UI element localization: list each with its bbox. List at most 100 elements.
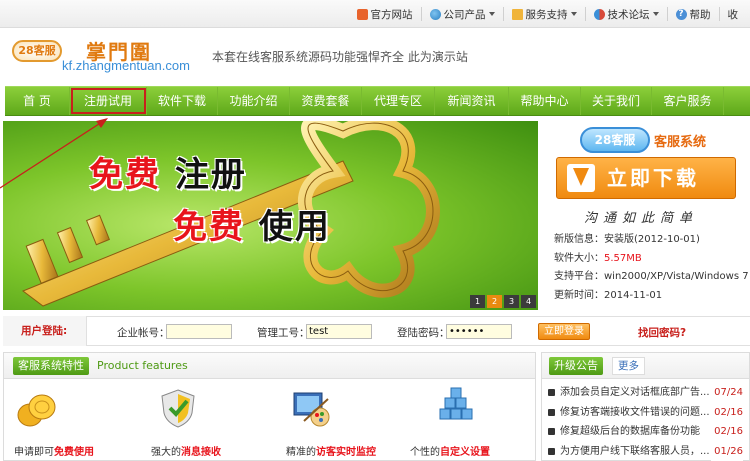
announcements-title[interactable]: 升级公告 bbox=[549, 357, 603, 375]
feature-item-customize[interactable]: 个性的自定义设置 bbox=[410, 379, 540, 461]
feature-caption: 强大的消息接收 bbox=[151, 443, 281, 458]
top-link-label: 服务支持 bbox=[525, 8, 568, 21]
download-now-button[interactable]: 立即下载 bbox=[556, 157, 736, 199]
announcements-list: 添加会员自定义对话框底部广告... 07/24 修复访客端接收文件错误的问题... 0… bbox=[542, 379, 749, 461]
top-link-label: 收 bbox=[727, 8, 739, 21]
feature-caption-highlight: 自定义设置 bbox=[440, 447, 490, 458]
announcement-text: 为方便用户线下联络客服人员，... bbox=[560, 445, 710, 457]
logo-badge[interactable]: 28客服 bbox=[12, 40, 62, 62]
help-icon: ? bbox=[675, 8, 687, 20]
banner-line-1: 免费 注册 bbox=[89, 147, 247, 196]
announcement-text: 修复访客端接收文件错误的问题... bbox=[560, 406, 710, 418]
feature-caption-highlight: 免费使用 bbox=[54, 447, 94, 458]
nav-item-6[interactable]: 新闻资讯 bbox=[435, 87, 509, 115]
staff-id-label: 管理工号： bbox=[257, 327, 310, 339]
password-input[interactable]: •••••• bbox=[446, 324, 512, 339]
shield-check-icon bbox=[161, 389, 195, 428]
login-title: 用户登陆: bbox=[3, 316, 87, 346]
software-info-row: 新版信息：安装版(2012-10-01) bbox=[554, 231, 749, 250]
top-link-1[interactable]: 公司产品 bbox=[420, 7, 503, 21]
feature-caption: 申请即可免费使用 bbox=[14, 443, 144, 458]
announcements-box: 升级公告 更多 添加会员自定义对话框底部广告... 07/24 修复访客端接收文件错… bbox=[541, 352, 750, 461]
globe-icon bbox=[429, 8, 441, 20]
banner-line-1-red: 免费 bbox=[89, 155, 161, 195]
announcements-more-link[interactable]: 更多 bbox=[612, 357, 645, 375]
top-links: 官方网站 公司产品 服务支持 技术论坛 ? 帮助收 bbox=[349, 0, 747, 28]
banner-pager-dot[interactable]: 2 bbox=[487, 295, 502, 308]
nav-item-7[interactable]: 帮助中心 bbox=[509, 87, 581, 115]
feature-item-messaging[interactable]: 强大的消息接收 bbox=[151, 379, 281, 461]
nav-item-2[interactable]: 软件下载 bbox=[147, 87, 218, 115]
banner-line-1-black: 注册 bbox=[174, 155, 247, 195]
features-items: 申请即可免费使用 强大的消息接收 精准的访客实时监控 个性的自定义设置 bbox=[4, 379, 535, 461]
info-label: 更新时间： bbox=[554, 289, 604, 301]
feature-caption-highlight: 访客实时监控 bbox=[316, 447, 376, 458]
info-value: 安装版(2012-10-01) bbox=[604, 234, 700, 245]
nav-item-9[interactable]: 客户服务 bbox=[652, 87, 724, 115]
nav-item-8[interactable]: 关于我们 bbox=[581, 87, 652, 115]
announcement-item[interactable]: 修复访客端接收文件错误的问题... 02/16 bbox=[548, 402, 743, 422]
announcement-text: 修复超级后台的数据库备份功能 bbox=[560, 426, 700, 437]
announcement-date: 01/26 bbox=[711, 441, 743, 461]
chevron-down-icon bbox=[652, 12, 659, 16]
top-link-2[interactable]: 服务支持 bbox=[502, 7, 585, 21]
promo-banner[interactable]: 免费 注册 免费 使用 1234 bbox=[3, 121, 538, 310]
company-account-input[interactable] bbox=[166, 324, 232, 339]
banner-pager-dot[interactable]: 1 bbox=[470, 295, 485, 308]
feature-caption: 个性的自定义设置 bbox=[410, 443, 540, 458]
top-utility-bar: 官方网站 公司产品 服务支持 技术论坛 ? 帮助收 bbox=[0, 0, 750, 28]
nav-item-4[interactable]: 资费套餐 bbox=[290, 87, 362, 115]
top-link-5[interactable]: 收 bbox=[718, 7, 747, 21]
features-title[interactable]: 客服系统特性 bbox=[13, 357, 89, 375]
nav-item-3[interactable]: 功能介绍 bbox=[218, 87, 290, 115]
announcements-header: 升级公告 更多 bbox=[542, 353, 749, 379]
info-value: 5.57MB bbox=[604, 252, 642, 264]
nav-item-1[interactable]: 注册试用 bbox=[70, 87, 147, 115]
feature-caption-prefix: 精准的 bbox=[286, 447, 316, 458]
top-link-0[interactable]: 官方网站 bbox=[349, 7, 421, 21]
download-slogan: 沟通如此简单 bbox=[584, 211, 699, 226]
feature-item-monitoring[interactable]: 精准的访客实时监控 bbox=[286, 379, 416, 461]
login-bar: 用户登陆: 企业帐号： 管理工号： test 登陆密码： •••••• 立即登录… bbox=[3, 316, 750, 346]
chevron-down-icon bbox=[570, 12, 577, 16]
banner-pager: 1234 bbox=[470, 295, 536, 308]
feature-caption-prefix: 申请即可 bbox=[14, 447, 54, 458]
announcement-item[interactable]: 添加会员自定义对话框底部广告... 07/24 bbox=[548, 383, 743, 403]
announcement-date: 07/24 bbox=[711, 383, 743, 403]
banner-pager-dot[interactable]: 3 bbox=[504, 295, 519, 308]
top-link-3[interactable]: 技术论坛 bbox=[584, 7, 667, 21]
brand-text: 客服系统 bbox=[654, 134, 707, 150]
top-link-label: 技术论坛 bbox=[607, 8, 650, 21]
banner-line-2-red: 免费 bbox=[173, 207, 245, 247]
cubes-icon bbox=[439, 387, 473, 420]
download-arrow-icon bbox=[567, 164, 595, 192]
staff-id-input[interactable]: test bbox=[306, 324, 372, 339]
top-link-4[interactable]: ? 帮助 bbox=[666, 7, 719, 21]
folder-icon bbox=[511, 8, 523, 20]
feature-caption-prefix: 强大的 bbox=[151, 447, 181, 458]
info-label: 新版信息： bbox=[554, 234, 604, 245]
banner-pager-dot[interactable]: 4 bbox=[521, 295, 536, 308]
announcement-date: 02/16 bbox=[711, 422, 743, 442]
brand-badge: 28客服 bbox=[580, 127, 650, 153]
software-info-row: 更新时间：2014-11-01 bbox=[554, 287, 749, 306]
download-panel: 28客服 客服系统 立即下载 沟通如此简单 新版信息：安装版(2012-10-0… bbox=[540, 121, 750, 310]
company-account-label: 企业帐号： bbox=[117, 327, 170, 339]
login-submit-button[interactable]: 立即登录 bbox=[538, 323, 590, 340]
info-label: 软件大小： bbox=[554, 252, 604, 264]
monitor-palette-icon bbox=[293, 392, 330, 427]
nav-item-5[interactable]: 代理专区 bbox=[362, 87, 435, 115]
people-icon bbox=[593, 8, 605, 20]
forgot-password-link[interactable]: 找回密码? bbox=[638, 325, 686, 340]
announcement-item[interactable]: 修复超级后台的数据库备份功能 02/16 bbox=[548, 422, 743, 442]
info-value: 2014-11-01 bbox=[604, 289, 663, 301]
nav-item-0[interactable]: 首 页 bbox=[5, 87, 70, 115]
info-value: win2000/XP/Vista/Windows 7 bbox=[604, 271, 749, 282]
announcement-item[interactable]: 为方便用户线下联络客服人员，... 01/26 bbox=[548, 441, 743, 461]
feature-item-free[interactable]: 申请即可免费使用 bbox=[14, 379, 144, 461]
software-info-row: 支持平台：win2000/XP/Vista/Windows 7 bbox=[554, 268, 749, 287]
feature-caption-highlight: 消息接收 bbox=[181, 447, 221, 458]
logo-url[interactable]: kf.zhangmentuan.com bbox=[62, 58, 190, 73]
features-header: 客服系统特性 Product features bbox=[4, 353, 535, 379]
home-icon bbox=[356, 8, 368, 20]
